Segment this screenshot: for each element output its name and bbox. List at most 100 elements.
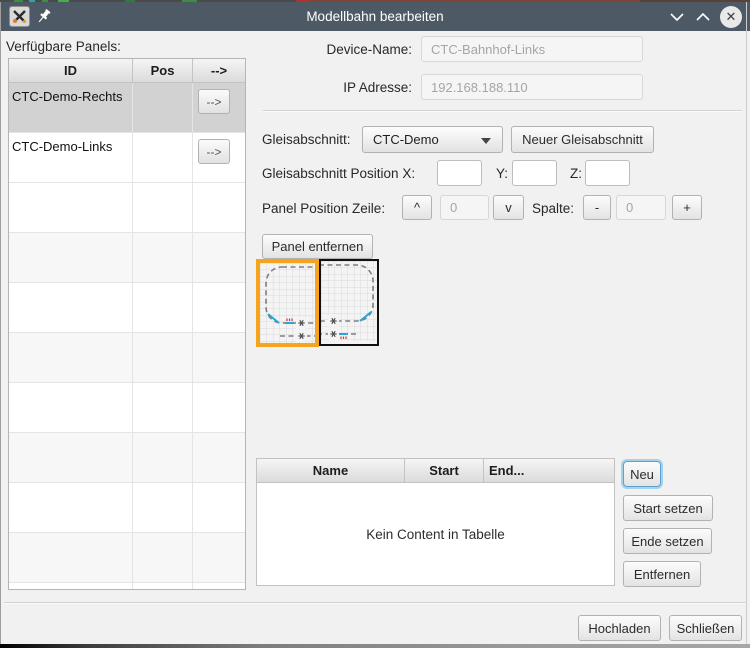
new-segment-button[interactable]: Neu [623, 461, 661, 487]
table-cell-empty [9, 433, 133, 483]
column-header-pos[interactable]: Pos [133, 59, 193, 83]
table-cell-empty [133, 333, 193, 383]
device-name-field[interactable]: CTC-Bahnhof-Links [421, 36, 643, 62]
column-header-end[interactable]: End... [484, 459, 614, 483]
chevron-down-icon [481, 138, 491, 144]
table-row-empty[interactable] [9, 283, 245, 333]
cell-panel-pos [133, 133, 193, 183]
cell-panel-move: --> [193, 133, 245, 183]
table-cell-empty [9, 583, 133, 590]
segments-table: Name Start End... Kein Content in Tabell… [256, 458, 615, 586]
gleisabschnitt-label: Gleisabschnitt: [262, 132, 351, 147]
shade-window-icon[interactable] [666, 7, 688, 27]
cell-panel-pos [133, 83, 193, 133]
table-row-empty[interactable] [9, 183, 245, 233]
titlebar[interactable]: Modellbahn bearbeiten ✕ [0, 2, 750, 31]
position-y-label: Y: [496, 166, 508, 181]
table-cell-empty [133, 533, 193, 583]
segments-table-header: Name Start End... [257, 459, 614, 483]
table-cell-empty [9, 383, 133, 433]
table-cell-empty [133, 433, 193, 483]
table-cell-empty [9, 333, 133, 383]
position-x-field[interactable] [437, 160, 482, 186]
row-down-button[interactable]: v [493, 195, 524, 220]
column-value-field[interactable]: 0 [616, 195, 666, 220]
ip-address-label: IP Adresse: [262, 80, 412, 95]
table-row-empty[interactable] [9, 433, 245, 483]
position-z-field[interactable] [585, 160, 630, 186]
table-cell-empty [9, 233, 133, 283]
remove-segment-button[interactable]: Entfernen [623, 561, 701, 587]
close-dialog-button[interactable]: Schließen [669, 615, 742, 641]
table-cell-empty [193, 483, 245, 533]
available-panels-label: Verfügbare Panels: [6, 39, 121, 54]
table-cell-empty [193, 333, 245, 383]
table-cell-empty [193, 233, 245, 283]
table-row-empty[interactable] [9, 533, 245, 583]
table-row-ctc-demo-rechts[interactable]: CTC-Demo-Rechts --> [9, 83, 245, 133]
column-header-id[interactable]: ID [9, 59, 133, 83]
application-window: Modellbahn bearbeiten ✕ Verfügbare Panel… [0, 0, 750, 648]
table-cell-empty [193, 533, 245, 583]
position-z-label: Z: [570, 166, 582, 181]
track-panel-thumbnail-left-selected[interactable] [256, 259, 319, 347]
column-header-move[interactable]: --> [193, 59, 245, 83]
column-minus-button[interactable]: - [583, 195, 611, 220]
move-panel-button[interactable]: --> [198, 139, 230, 164]
new-gleisabschnitt-button[interactable]: Neuer Gleisabschnitt [511, 126, 654, 153]
table-cell-empty [193, 183, 245, 233]
maximize-window-icon[interactable] [692, 7, 714, 27]
available-panels-table: ID Pos --> CTC-Demo-Rechts --> CTC-Demo-… [8, 58, 246, 590]
table-row-empty[interactable] [9, 233, 245, 283]
column-plus-button[interactable]: + [672, 195, 702, 220]
table-cell-empty [9, 533, 133, 583]
dropdown-selected-value: CTC-Demo [373, 132, 439, 147]
panel-position-zeile-label: Panel Position Zeile: [262, 201, 385, 216]
close-window-button[interactable]: ✕ [720, 6, 742, 28]
table-cell-empty [193, 383, 245, 433]
column-header-start[interactable]: Start [405, 459, 484, 483]
table-header-row: ID Pos --> [9, 59, 245, 83]
gleisabschnitt-position-label: Gleisabschnitt Position X: [262, 166, 415, 181]
column-header-name[interactable]: Name [257, 459, 405, 483]
cell-panel-id: CTC-Demo-Rechts [9, 83, 133, 133]
panel-remove-button[interactable]: Panel entfernen [262, 234, 373, 259]
ip-address-field[interactable]: 192.168.188.110 [421, 74, 643, 100]
track-panel-thumbnail-right[interactable] [319, 259, 379, 346]
window-border-right [746, 2, 747, 645]
table-cell-empty [133, 233, 193, 283]
row-value-field[interactable]: 0 [440, 195, 489, 220]
table-cell-empty [9, 183, 133, 233]
table-cell-empty [9, 283, 133, 333]
separator [4, 602, 746, 604]
move-panel-button[interactable]: --> [198, 89, 230, 114]
table-row-empty[interactable] [9, 483, 245, 533]
table-empty-placeholder: Kein Content in Tabelle [257, 483, 614, 585]
table-cell-empty [193, 583, 245, 590]
gleisabschnitt-dropdown[interactable]: CTC-Demo [362, 126, 503, 153]
cell-panel-id: CTC-Demo-Links [9, 133, 133, 183]
table-cell-empty [133, 183, 193, 233]
set-start-button[interactable]: Start setzen [623, 495, 713, 521]
table-cell-empty [133, 383, 193, 433]
table-cell-empty [133, 483, 193, 533]
window-title: Modellbahn bearbeiten [0, 2, 750, 31]
window-border-left [0, 2, 1, 645]
table-cell-empty [193, 283, 245, 333]
table-row-ctc-demo-links[interactable]: CTC-Demo-Links --> [9, 133, 245, 183]
device-name-label: Device-Name: [262, 42, 412, 57]
position-y-field[interactable] [512, 160, 557, 186]
table-row-empty[interactable] [9, 583, 245, 590]
upload-button[interactable]: Hochladen [578, 615, 661, 641]
table-row-empty[interactable] [9, 383, 245, 433]
table-cell-empty [133, 583, 193, 590]
table-cell-empty [133, 283, 193, 333]
set-end-button[interactable]: Ende setzen [623, 528, 712, 554]
cell-panel-move: --> [193, 83, 245, 133]
spalte-label: Spalte: [532, 201, 574, 216]
table-row-empty[interactable] [9, 333, 245, 383]
table-cell-empty [9, 483, 133, 533]
available-panels-empty-rows [9, 183, 245, 590]
row-up-button[interactable]: ^ [402, 195, 432, 220]
table-cell-empty [193, 433, 245, 483]
